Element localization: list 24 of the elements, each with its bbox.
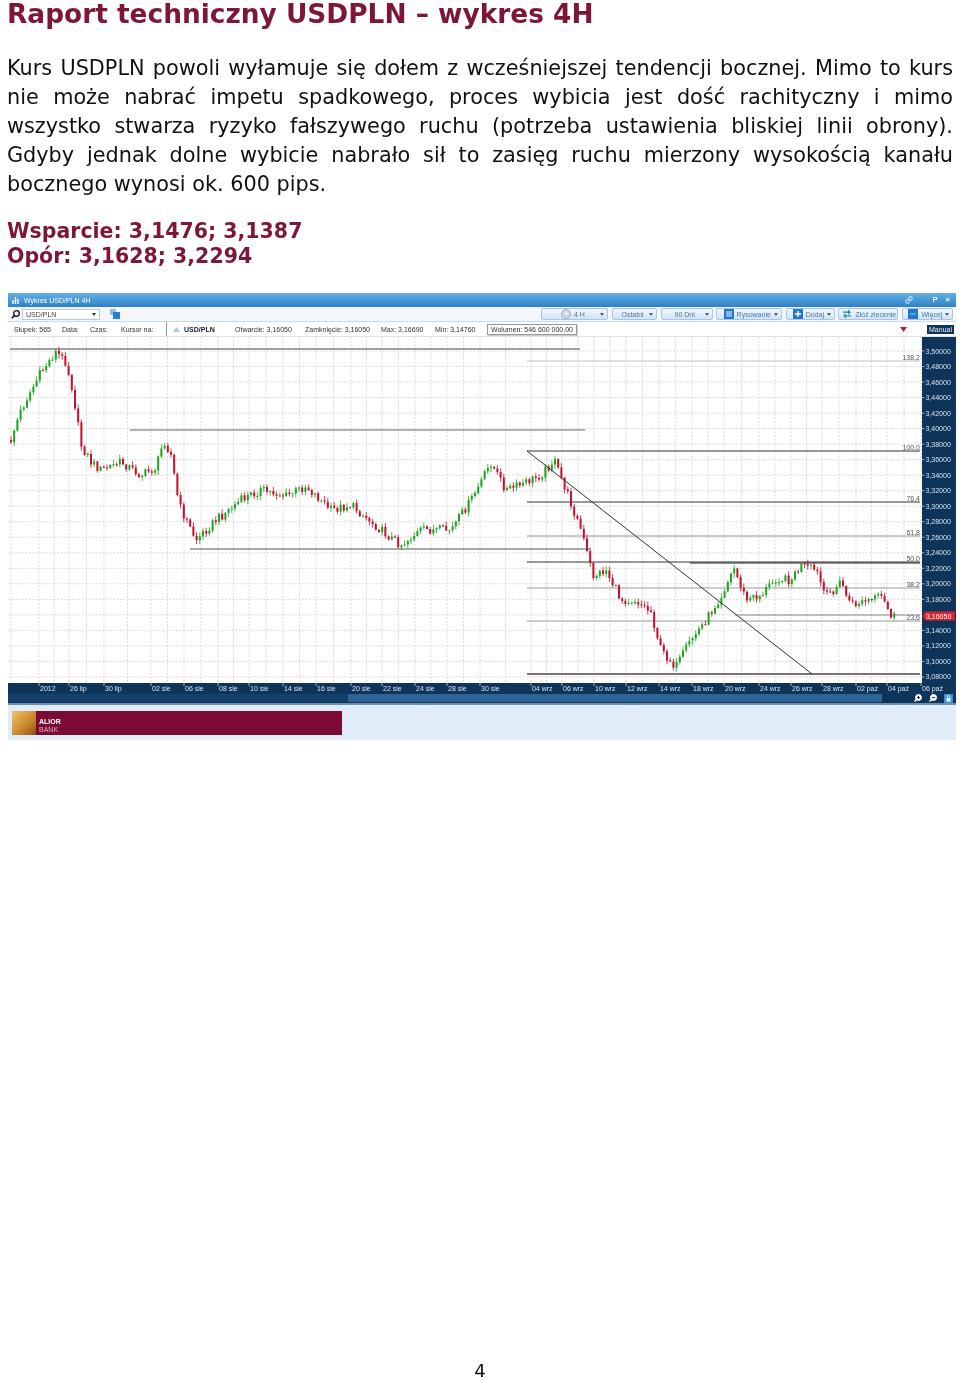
search-icon[interactable]	[11, 309, 20, 319]
scrollbar-track[interactable]	[8, 694, 882, 702]
zoom-out-icon[interactable]	[929, 694, 937, 702]
logo-image-placeholder	[12, 711, 36, 735]
scrollbar-thumb[interactable]	[348, 694, 882, 702]
zoom-in-icon[interactable]	[914, 694, 922, 702]
report-paragraph: Kurs USDPLN powoli wyłamuje się dołem z wcześniejszej tendencji bocznej. Mimo to kurs nie może nabrać impetu spadkowego, proces wybicia jest dość rachityczny i mimo wszystko stwarza ryzyko fałszywego ruchu (potrzeba ustawienia bliskiej linii obrony). Gdyby jednak dolne wybicie nabrało sił to zasięg ruchu mierzony wysokością kanału bocznego wynosi ok. 600 pips.	[7, 55, 953, 198]
caret-icon	[649, 312, 654, 316]
price-levels-text: Opór: 3,1628; 3,2294	[7, 244, 253, 269]
caret-icon	[826, 312, 831, 316]
price-levels-text: Wsparcie: 3,1476; 3,1387	[7, 219, 303, 244]
caret-icon	[945, 312, 949, 316]
caret-icon	[704, 312, 709, 316]
bar-chart-icon	[12, 296, 20, 304]
report-title: Raport techniczny USDPLN – wykres 4H	[7, 0, 594, 28]
triangle-icon	[173, 326, 180, 332]
windows-icon[interactable]	[110, 309, 120, 319]
page-number: 4	[474, 1361, 486, 1381]
caret-icon	[774, 312, 779, 316]
marker-triangle-icon	[900, 326, 908, 332]
caret-icon	[600, 312, 605, 316]
caret-icon	[92, 312, 96, 316]
swap-arrows-icon	[842, 309, 853, 319]
lock-icon[interactable]	[944, 693, 953, 703]
